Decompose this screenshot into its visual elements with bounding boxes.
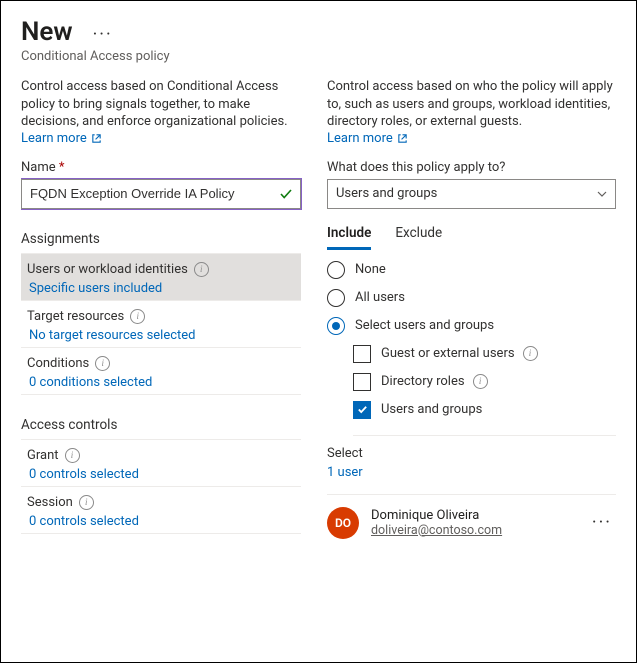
policy-name-input[interactable] bbox=[21, 179, 301, 209]
check-guest-users[interactable]: Guest or external users i bbox=[353, 345, 616, 363]
assignments-heading: Assignments bbox=[21, 231, 301, 254]
assignment-users-title: Users or workload identities bbox=[27, 262, 188, 277]
info-icon[interactable]: i bbox=[95, 356, 110, 371]
check-directory-roles[interactable]: Directory roles i bbox=[353, 373, 616, 391]
info-icon[interactable]: i bbox=[473, 374, 488, 389]
apply-to-value: Users and groups bbox=[336, 186, 437, 201]
radio-select-users[interactable]: Select users and groups bbox=[327, 317, 616, 335]
radio-none[interactable]: None bbox=[327, 261, 616, 279]
radio-icon bbox=[327, 261, 345, 279]
checkbox-icon bbox=[353, 373, 371, 391]
user-row-more-button[interactable]: ··· bbox=[588, 514, 616, 532]
assignment-target-item[interactable]: Target resources i No target resources s… bbox=[21, 301, 301, 348]
user-name: Dominique Oliveira bbox=[371, 508, 576, 523]
grant-title: Grant bbox=[27, 448, 59, 463]
user-email-link[interactable]: doliveira@contoso.com bbox=[371, 523, 576, 538]
radio-all-label: All users bbox=[355, 290, 405, 305]
tab-include[interactable]: Include bbox=[327, 219, 371, 250]
session-item[interactable]: Session i 0 controls selected bbox=[21, 487, 301, 534]
external-link-icon bbox=[397, 133, 408, 144]
tab-exclude[interactable]: Exclude bbox=[395, 219, 442, 250]
chevron-down-icon bbox=[596, 188, 608, 200]
apply-to-select[interactable]: Users and groups bbox=[327, 179, 616, 209]
select-section-label: Select bbox=[327, 446, 616, 461]
learn-more-link-right[interactable]: Learn more bbox=[327, 131, 616, 146]
checkbox-icon bbox=[353, 401, 371, 419]
right-description: Control access based on who the policy w… bbox=[327, 78, 616, 131]
external-link-icon bbox=[91, 133, 102, 144]
assignment-users-status: Specific users included bbox=[27, 281, 295, 296]
page-title: New bbox=[21, 17, 73, 47]
assignment-conditions-status: 0 conditions selected bbox=[27, 375, 295, 390]
check-roles-label: Directory roles bbox=[381, 374, 465, 389]
check-guest-label: Guest or external users bbox=[381, 346, 515, 361]
more-actions-button[interactable]: ··· bbox=[89, 26, 117, 44]
learn-more-label: Learn more bbox=[327, 131, 393, 146]
grant-item[interactable]: Grant i 0 controls selected bbox=[21, 440, 301, 487]
assignment-target-status: No target resources selected bbox=[27, 328, 295, 343]
grant-status: 0 controls selected bbox=[27, 467, 295, 482]
radio-icon bbox=[327, 289, 345, 307]
left-description: Control access based on Conditional Acce… bbox=[21, 78, 301, 131]
name-field-label: Name bbox=[21, 160, 301, 175]
checkmark-icon bbox=[279, 187, 293, 201]
session-title: Session bbox=[27, 495, 73, 510]
info-icon[interactable]: i bbox=[130, 309, 145, 324]
radio-select-label: Select users and groups bbox=[355, 318, 494, 333]
apply-to-label: What does this policy apply to? bbox=[327, 160, 616, 175]
access-controls-heading: Access controls bbox=[21, 417, 301, 440]
info-icon[interactable]: i bbox=[65, 448, 80, 463]
radio-none-label: None bbox=[355, 262, 386, 277]
assignment-conditions-title: Conditions bbox=[27, 356, 89, 371]
assignment-conditions-item[interactable]: Conditions i 0 conditions selected bbox=[21, 348, 301, 395]
info-icon[interactable]: i bbox=[194, 262, 209, 277]
info-icon[interactable]: i bbox=[523, 346, 538, 361]
avatar: DO bbox=[327, 507, 359, 539]
radio-icon bbox=[327, 317, 345, 335]
assignment-target-title: Target resources bbox=[27, 309, 124, 324]
session-status: 0 controls selected bbox=[27, 514, 295, 529]
selected-user-row[interactable]: DO Dominique Oliveira doliveira@contoso.… bbox=[327, 494, 616, 539]
learn-more-link-left[interactable]: Learn more bbox=[21, 131, 301, 146]
page-subtitle: Conditional Access policy bbox=[21, 49, 616, 64]
checkbox-icon bbox=[353, 345, 371, 363]
selected-user-count-link[interactable]: 1 user bbox=[327, 465, 616, 480]
radio-all-users[interactable]: All users bbox=[327, 289, 616, 307]
learn-more-label: Learn more bbox=[21, 131, 87, 146]
info-icon[interactable]: i bbox=[79, 495, 94, 510]
check-users-groups-label: Users and groups bbox=[381, 402, 482, 417]
check-users-groups[interactable]: Users and groups bbox=[353, 401, 616, 419]
assignment-users-item[interactable]: Users or workload identities i Specific … bbox=[21, 254, 301, 301]
